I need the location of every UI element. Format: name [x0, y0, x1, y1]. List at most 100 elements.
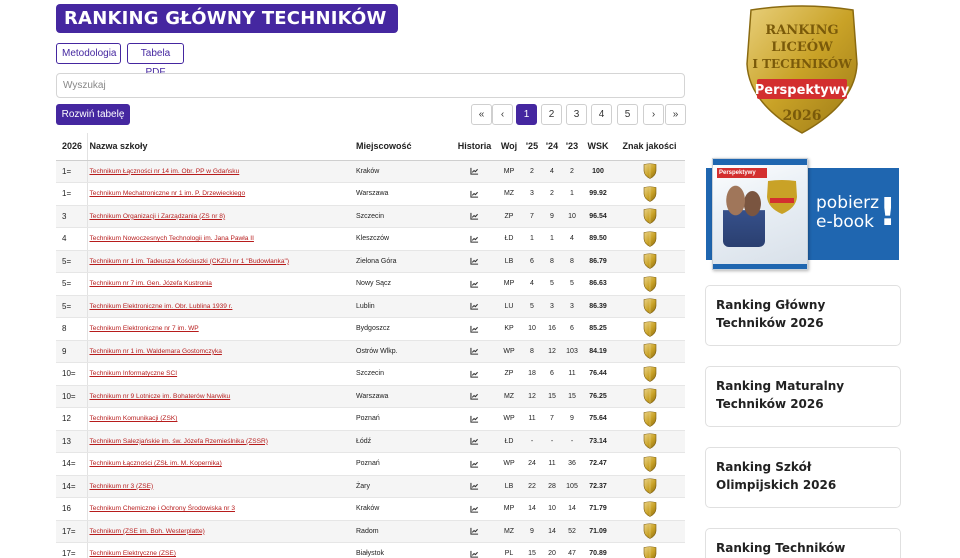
school-link[interactable]: Technikum nr 1 im. Tadeusza Kościuszki (… — [90, 258, 290, 265]
quality-mark-cell — [614, 520, 685, 543]
chart-line-icon[interactable] — [470, 415, 479, 423]
page-4-button[interactable]: 4 — [591, 104, 612, 125]
table-row: 5= Technikum nr 1 im. Tadeusza Kościuszki… — [56, 250, 685, 273]
rank-cell: 5= — [56, 295, 88, 318]
table-row: 14= Technikum nr 3 (ZSE) Żary LB 22 28 105 72.3… — [56, 475, 685, 498]
col-header-24[interactable]: '24 — [542, 133, 562, 161]
quality-mark-cell — [614, 362, 685, 386]
col-header-wsk[interactable]: WSK — [582, 133, 614, 161]
quality-mark-cell — [614, 272, 685, 296]
sidebar-card-olympiad-ranking[interactable]: Ranking Szkół Olimpijskich 2026 — [705, 447, 901, 508]
prev-page-button[interactable]: ‹ — [492, 104, 513, 125]
chart-line-icon[interactable] — [470, 325, 479, 333]
school-link[interactable]: Technikum nr 9 Lotnicze im. Bohaterów Na… — [90, 393, 231, 400]
page-3-button[interactable]: 3 — [566, 104, 587, 125]
school-link[interactable]: Technikum Mechatroniczne nr 1 im. P. Drz… — [90, 190, 246, 197]
sidebar-card-technikum-ranking[interactable]: Ranking Techników — [705, 528, 901, 558]
city-cell: Szczecin — [354, 362, 453, 386]
chart-line-icon[interactable] — [470, 505, 479, 513]
rank-2025-cell: 18 — [522, 362, 542, 386]
school-link[interactable]: Technikum nr 3 (ZSE) — [90, 483, 154, 490]
school-link[interactable]: Technikum (ZSE im. Boh. Westerplatte) — [90, 528, 205, 535]
col-header-quality-mark[interactable]: Znak jakości — [614, 133, 685, 161]
rank-2024-cell: 11 — [542, 452, 562, 476]
chart-line-icon[interactable] — [470, 460, 479, 468]
school-link[interactable]: Technikum Salezjańskie im. św. Józefa Rz… — [90, 438, 268, 445]
chart-line-icon[interactable] — [470, 392, 479, 400]
chart-line-icon[interactable] — [470, 280, 479, 288]
school-link[interactable]: Technikum Elektroniczne im. Obr. Lublina… — [90, 303, 233, 310]
chart-line-icon[interactable] — [470, 167, 479, 175]
rank-2024-cell: - — [542, 430, 562, 453]
city-cell: Poznań — [354, 407, 453, 431]
table-row: 10= Technikum nr 9 Lotnicze im. Bohaterów… — [56, 385, 685, 408]
chart-line-icon[interactable] — [470, 257, 479, 265]
page-2-button[interactable]: 2 — [541, 104, 562, 125]
methodology-button[interactable]: Metodologia — [56, 43, 121, 64]
school-link[interactable]: Technikum nr 7 im. Gen. Józefa Kustronia — [90, 280, 212, 287]
history-cell — [453, 340, 496, 363]
table-row: 9 Technikum nr 1 im. Waldemara Gostomczyk… — [56, 340, 685, 363]
rank-2023-cell: 4 — [562, 227, 582, 251]
chart-line-icon[interactable] — [470, 527, 479, 535]
quality-shield-icon — [643, 343, 656, 360]
chart-line-icon[interactable] — [470, 190, 479, 198]
col-header-25[interactable]: '25 — [522, 133, 542, 161]
rank-2024-cell: 3 — [542, 295, 562, 318]
sidebar-card-main-ranking[interactable]: Ranking Główny Techników 2026 — [705, 285, 901, 346]
page-1-button[interactable]: 1 — [516, 104, 537, 125]
rank-2024-cell: 8 — [542, 250, 562, 273]
next-page-button[interactable]: › — [643, 104, 664, 125]
school-name-cell: Technikum Mechatroniczne nr 1 im. P. Drz… — [87, 182, 354, 206]
pdf-table-button[interactable]: Tabela PDF — [127, 43, 184, 78]
voivodeship-cell: PL — [496, 542, 522, 558]
school-link[interactable]: Technikum Komunikacji (ZSK) — [90, 415, 178, 422]
rank-2024-cell: 1 — [542, 227, 562, 251]
quality-shield-icon — [643, 321, 656, 337]
chart-line-icon[interactable] — [470, 370, 479, 378]
school-link[interactable]: Technikum nr 1 im. Waldemara Gostomczyka — [90, 348, 222, 355]
chart-line-icon[interactable] — [470, 437, 479, 445]
quality-mark-cell — [614, 430, 685, 453]
rank-2024-cell: 15 — [542, 385, 562, 408]
page-5-button[interactable]: 5 — [617, 104, 638, 125]
school-link[interactable]: Technikum Informatyczne SCI — [90, 370, 178, 377]
school-link[interactable]: Technikum Elektryczne (ZSE) — [90, 550, 176, 557]
school-link[interactable]: Technikum Łączności (ZSŁ im. M. Kopernik… — [90, 460, 222, 467]
chart-line-icon[interactable] — [470, 235, 479, 243]
col-header-rank[interactable]: 2026 — [56, 133, 88, 161]
chart-line-icon[interactable] — [470, 302, 479, 310]
expand-table-button[interactable]: Rozwiń tabelę — [56, 104, 130, 125]
quality-mark-cell — [614, 497, 685, 521]
search-input[interactable] — [56, 73, 685, 98]
badge-line-3: I TECHNIKÓW — [752, 55, 852, 71]
city-cell: Radom — [354, 520, 453, 543]
col-header-23[interactable]: '23 — [562, 133, 582, 161]
last-page-button[interactable]: » — [665, 104, 686, 125]
ebook-text-line2: e-book — [816, 212, 875, 232]
city-cell: Żary — [354, 475, 453, 498]
school-link[interactable]: Technikum Elektroniczne nr 7 im. WP — [90, 325, 199, 332]
chart-line-icon[interactable] — [470, 347, 479, 355]
school-link[interactable]: Technikum Łączności nr 14 im. Obr. PP w … — [90, 168, 240, 175]
table-row: 8 Technikum Elektroniczne nr 7 im. WP Bydg… — [56, 317, 685, 341]
chart-line-icon[interactable] — [470, 550, 479, 558]
chart-line-icon[interactable] — [470, 212, 479, 220]
history-cell — [453, 452, 496, 476]
chart-line-icon[interactable] — [470, 482, 479, 490]
wsk-cell: 86.39 — [582, 295, 614, 318]
school-link[interactable]: Technikum Chemiczne i Ochrony Środowiska… — [90, 505, 236, 512]
history-cell — [453, 250, 496, 273]
rank-2025-cell: 10 — [522, 317, 542, 341]
cover-photo — [723, 185, 765, 247]
ebook-banner[interactable]: Perspektywy pobierz e-book ! — [706, 158, 899, 270]
school-link[interactable]: Technikum Nowoczesnych Technologii im. J… — [90, 235, 254, 242]
sidebar-card-matura-ranking[interactable]: Ranking Maturalny Techników 2026 — [705, 366, 901, 427]
col-header-history[interactable]: Historia — [453, 133, 496, 161]
school-link[interactable]: Technikum Organizacji i Zarządzania (ZS … — [90, 213, 226, 220]
col-header-school[interactable]: Nazwa szkoły — [87, 133, 354, 161]
first-page-button[interactable]: « — [471, 104, 492, 125]
col-header-voivodeship[interactable]: Woj — [496, 133, 522, 161]
voivodeship-cell: ZP — [496, 362, 522, 386]
col-header-city[interactable]: Miejscowość — [354, 133, 453, 161]
